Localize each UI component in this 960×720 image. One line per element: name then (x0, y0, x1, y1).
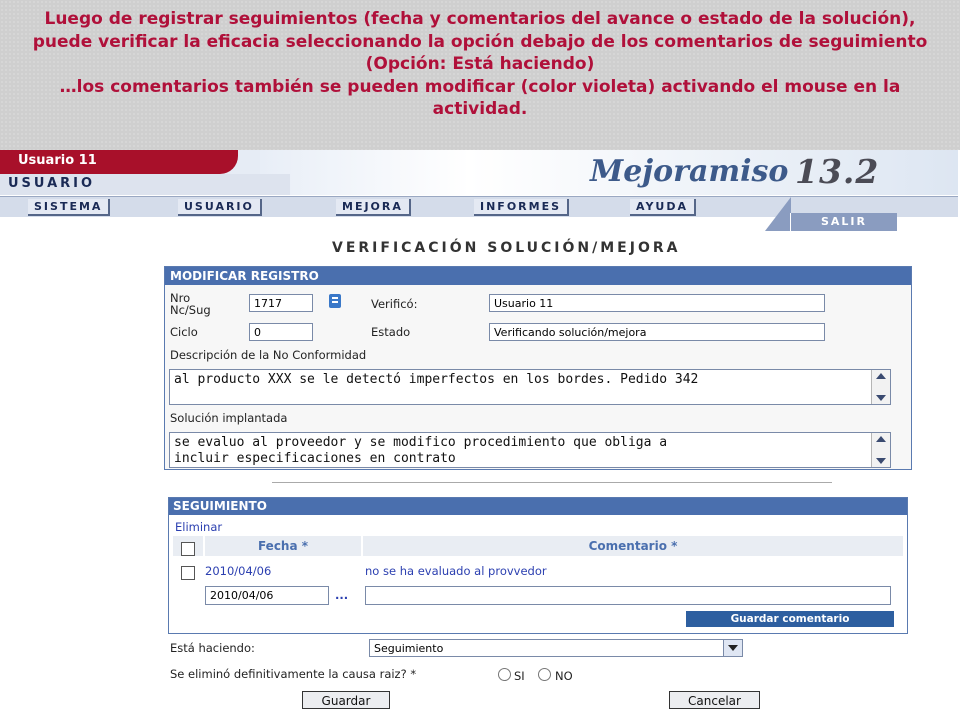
estado-field[interactable]: Verificando solución/mejora (489, 323, 825, 341)
modify-record-panel: MODIFICAR REGISTRO Nro Nc/Sug 1717 Verif… (164, 266, 912, 470)
causa-raiz-label: Se eliminó definitivamente la causa raiz… (170, 667, 417, 681)
new-comentario-input[interactable] (365, 586, 891, 605)
chevron-down-icon[interactable] (723, 640, 742, 656)
radio-si[interactable] (498, 668, 511, 681)
new-fecha-input[interactable]: 2010/04/06 (205, 586, 329, 605)
esta-haciendo-select[interactable]: Seguimiento (369, 639, 743, 657)
verifico-label: Verificó: (371, 297, 418, 311)
section-divider (272, 482, 832, 483)
page-title: VERIFICACIÓN SOLUCIÓN/MEJORA (332, 240, 681, 256)
select-all-checkbox[interactable] (181, 542, 195, 556)
scroll-up-icon[interactable] (876, 373, 886, 379)
menu-mejora[interactable]: MEJORA (336, 199, 411, 216)
caption-text: Luego de registrar seguimientos (fecha y… (10, 8, 950, 121)
caption-line-5: actividad. (432, 99, 528, 119)
ciclo-label: Ciclo (170, 325, 198, 339)
seguimiento-header: SEGUIMIENTO (169, 498, 907, 515)
save-comment-button[interactable]: Guardar comentario (686, 611, 894, 627)
user-strip: USUARIO (0, 174, 290, 195)
app-logo: Mejoramiso (590, 154, 789, 189)
menu-informes[interactable]: INFORMES (474, 199, 570, 216)
nro-label-2: Nc/Sug (170, 303, 211, 317)
radio-no-label: NO (555, 669, 573, 683)
verifico-field[interactable]: Usuario 11 (489, 294, 825, 312)
col-fecha-header: Fecha * (205, 536, 361, 556)
row-checkbox[interactable] (181, 566, 195, 580)
lookup-book-icon[interactable] (329, 294, 341, 308)
solucion-label: Solución implantada (170, 411, 288, 425)
date-picker-button[interactable]: ... (335, 588, 348, 602)
ciclo-field[interactable]: 0 (249, 323, 313, 341)
descripcion-textarea[interactable]: al producto XXX se le detectó imperfecto… (169, 369, 891, 405)
col-comentario-header: Comentario * (363, 536, 903, 556)
save-button[interactable]: Guardar (302, 691, 390, 709)
cancel-button[interactable]: Cancelar (669, 691, 760, 709)
solucion-scrollbar[interactable] (871, 433, 890, 467)
caption-area: Luego de registrar seguimientos (fecha y… (0, 0, 960, 150)
caption-line-3: (Opción: Está haciendo) (365, 54, 595, 74)
scroll-down-icon[interactable] (876, 395, 886, 401)
menu-ayuda[interactable]: AYUDA (630, 199, 697, 216)
descripcion-label: Descripción de la No Conformidad (170, 348, 367, 362)
app-banner: Usuario 11 USUARIO Mejoramiso 13.2 (0, 150, 958, 195)
solucion-textarea[interactable]: se evaluo al proveedor y se modifico pro… (169, 432, 891, 468)
caption-line-4: …los comentarios también se pueden modif… (59, 76, 901, 97)
exit-tab-shape (765, 197, 791, 231)
user-label: USUARIO (8, 176, 96, 191)
caption-line-1: Luego de registrar seguimientos (fecha y… (44, 9, 916, 29)
app-version: 13.2 (795, 152, 880, 191)
radio-si-label: SI (514, 669, 525, 683)
row-comentario[interactable]: no se ha evaluado al provvedor (365, 564, 547, 578)
current-user-box: Usuario 11 (0, 150, 238, 174)
esta-haciendo-value: Seguimiento (374, 642, 444, 655)
delete-link[interactable]: Eliminar (175, 520, 222, 534)
radio-no[interactable] (538, 668, 551, 681)
modify-record-header: MODIFICAR REGISTRO (165, 267, 911, 285)
scroll-down-icon[interactable] (876, 458, 886, 464)
exit-button[interactable]: SALIR (790, 213, 897, 231)
caption-line-2: puede verificar la eficacia seleccionand… (32, 31, 928, 52)
row-fecha[interactable]: 2010/04/06 (205, 564, 271, 578)
estado-label: Estado (371, 325, 411, 339)
esta-haciendo-label: Está haciendo: (170, 641, 255, 655)
menu-sistema[interactable]: SISTEMA (28, 199, 111, 216)
current-user-name: Usuario 11 (18, 153, 97, 168)
solucion-text-line-1: se evaluo al proveedor y se modifico pro… (174, 435, 668, 450)
solucion-text-line-2: incluir especificaciones en contrato (174, 451, 456, 466)
descripcion-text: al producto XXX se le detectó imperfecto… (174, 372, 699, 387)
menu-usuario[interactable]: USUARIO (178, 199, 262, 216)
descripcion-scrollbar[interactable] (871, 370, 890, 404)
scroll-up-icon[interactable] (876, 436, 886, 442)
nro-field[interactable]: 1717 (249, 294, 313, 312)
